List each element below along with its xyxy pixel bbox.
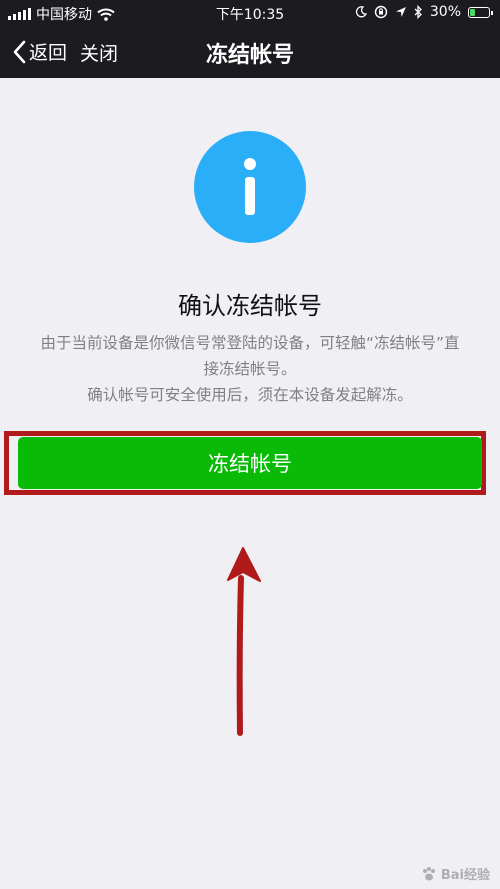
page-title: 冻结帐号: [205, 43, 294, 68]
battery-icon: [468, 6, 493, 18]
freeze-account-button[interactable]: 冻结帐号: [18, 437, 482, 489]
location-icon: [395, 7, 406, 17]
back-button[interactable]: 返回: [12, 38, 67, 65]
description-line-1: 由于当前设备是你微信号常登陆的设备，可轻触“冻结帐号”直接冻结帐号。: [40, 334, 460, 378]
battery-percent: 30%: [429, 4, 461, 20]
moon-icon: [355, 6, 367, 18]
watermark-text: Bai经验: [440, 868, 490, 883]
battery-fill: [470, 8, 476, 16]
status-right: 30%: [355, 4, 493, 20]
bluetooth-icon: [414, 5, 422, 19]
watermark: Bai经验: [421, 864, 490, 883]
confirm-heading: 确认冻结帐号: [178, 292, 322, 320]
paw-icon: [422, 866, 435, 880]
description-line-2: 确认帐号可安全使用后，须在本设备发起解冻。: [87, 386, 413, 404]
description: 由于当前设备是你微信号常登陆的设备，可轻触“冻结帐号”直接冻结帐号。 确认帐号可…: [40, 330, 460, 408]
nav-bar: 返回 关闭 冻结帐号: [0, 26, 500, 78]
lock-rotation-icon: [374, 5, 388, 19]
close-button[interactable]: 关闭: [80, 39, 118, 66]
back-label: 返回: [29, 42, 68, 64]
info-icon: [194, 131, 306, 243]
status-bar: 中国移动 下午10:35 30%: [0, 0, 500, 26]
back-chevron-icon: [13, 40, 26, 63]
